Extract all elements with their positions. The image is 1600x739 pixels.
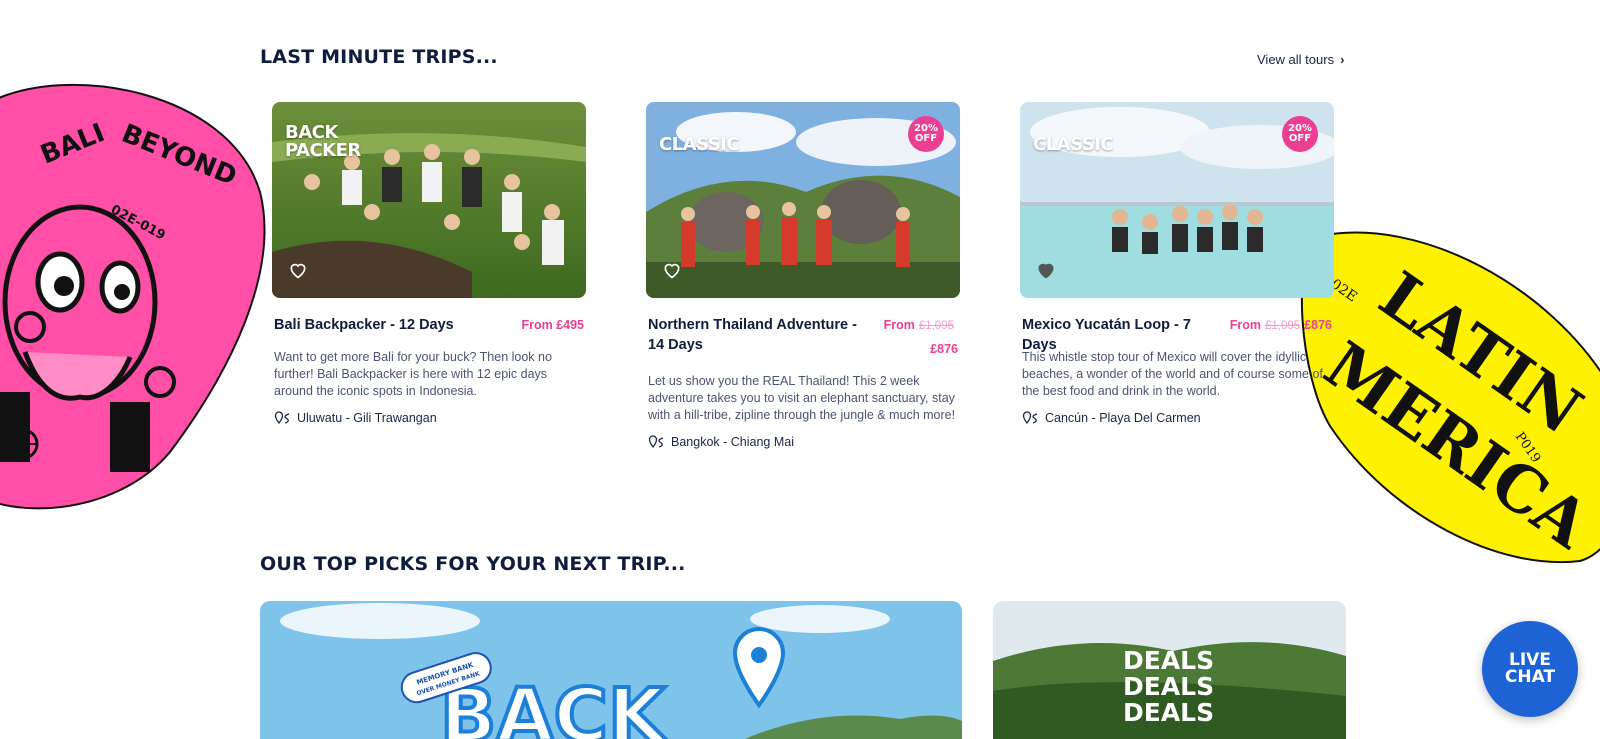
heart-icon[interactable] <box>662 260 682 280</box>
view-all-label: View all tours <box>1257 52 1335 67</box>
top-picks-title: OUR TOP PICKS FOR YOUR NEXT TRIP... <box>260 553 686 575</box>
deals-banner-image: DEALS DEALS DEALS <box>993 601 1346 739</box>
tour-card[interactable]: CLASSIC 20% OFF Northern Thailand Advent… <box>646 102 960 449</box>
price-from: From <box>883 318 915 332</box>
deals-pick-banner[interactable]: DEALS DEALS DEALS <box>993 601 1346 739</box>
price-old: £1,095 <box>918 320 954 332</box>
tour-image[interactable]: CLASSIC 20% OFF <box>646 102 960 298</box>
tour-title[interactable]: Bali Backpacker - 12 Days <box>274 315 514 335</box>
last-minute-title: LAST MINUTE TRIPS... <box>260 46 498 68</box>
price-new: £876 <box>930 342 958 356</box>
backpacker-banner-image: BACK MEMORY BANK OVER MONEY BANK <box>260 601 962 739</box>
live-chat-button[interactable]: LIVE CHAT <box>1482 621 1578 717</box>
backpacker-badge: BACK PACKER <box>285 122 361 161</box>
discount-badge: 20% OFF <box>908 116 944 152</box>
live-chat-line2: CHAT <box>1504 667 1556 687</box>
classic-badge: CLASSIC <box>659 134 740 155</box>
svg-text:DEALS: DEALS <box>1123 698 1214 727</box>
route-label: Uluwatu - Gili Trawangan <box>297 411 437 425</box>
backpacker-pick-banner[interactable]: BACK MEMORY BANK OVER MONEY BANK <box>260 601 962 739</box>
latin-america-sticker: 02E LATIN MERICA P019 <box>1300 231 1600 564</box>
map-pin-icon <box>1022 411 1038 425</box>
tour-card[interactable]: CLASSIC 20% OFF Mexico Yucatán Loop - 7 … <box>1020 102 1334 425</box>
tour-description: Let us show you the REAL Thailand! This … <box>648 374 956 422</box>
tour-title[interactable]: Northern Thailand Adventure - 14 Days <box>648 315 863 355</box>
tour-description: Want to get more Bali for your buck? The… <box>274 350 552 398</box>
discount-badge: 20% OFF <box>1282 116 1318 152</box>
classic-badge: CLASSIC <box>1033 134 1114 155</box>
tour-route: Uluwatu - Gili Trawangan <box>274 411 437 425</box>
tour-price: From £1,095 £876 <box>1230 318 1332 332</box>
route-label: Bangkok - Chiang Mai <box>671 435 794 449</box>
route-label: Cancún - Playa Del Carmen <box>1045 411 1201 425</box>
price-from: From <box>1229 318 1261 332</box>
heart-icon[interactable] <box>1036 260 1056 280</box>
tour-price: From £495 <box>521 318 584 332</box>
chevron-right-icon: › <box>1340 52 1345 67</box>
tour-image[interactable]: BACK PACKER <box>272 102 586 298</box>
tour-route: Bangkok - Chiang Mai <box>648 435 794 449</box>
tour-route: Cancún - Playa Del Carmen <box>1022 411 1201 425</box>
tour-price: From £1,095 <box>884 318 958 332</box>
bali-beyond-sticker: BALI BEYOND 02E-019 <box>0 83 266 510</box>
price-new: £876 <box>1304 318 1332 332</box>
price-old: £1,095 <box>1265 320 1301 332</box>
tour-description: This whistle stop tour of Mexico will co… <box>1022 350 1323 398</box>
view-all-tours-link[interactable]: View all tours › <box>1257 52 1344 67</box>
heart-icon[interactable] <box>288 260 308 280</box>
svg-text:DEALS: DEALS <box>1123 672 1214 701</box>
tour-image[interactable]: CLASSIC 20% OFF <box>1020 102 1334 298</box>
svg-text:DEALS: DEALS <box>1123 646 1214 675</box>
tour-card[interactable]: BACK PACKER Bali Backpacker - 12 Days Fr… <box>272 102 586 425</box>
map-pin-icon <box>274 411 290 425</box>
map-pin-icon <box>648 435 664 449</box>
